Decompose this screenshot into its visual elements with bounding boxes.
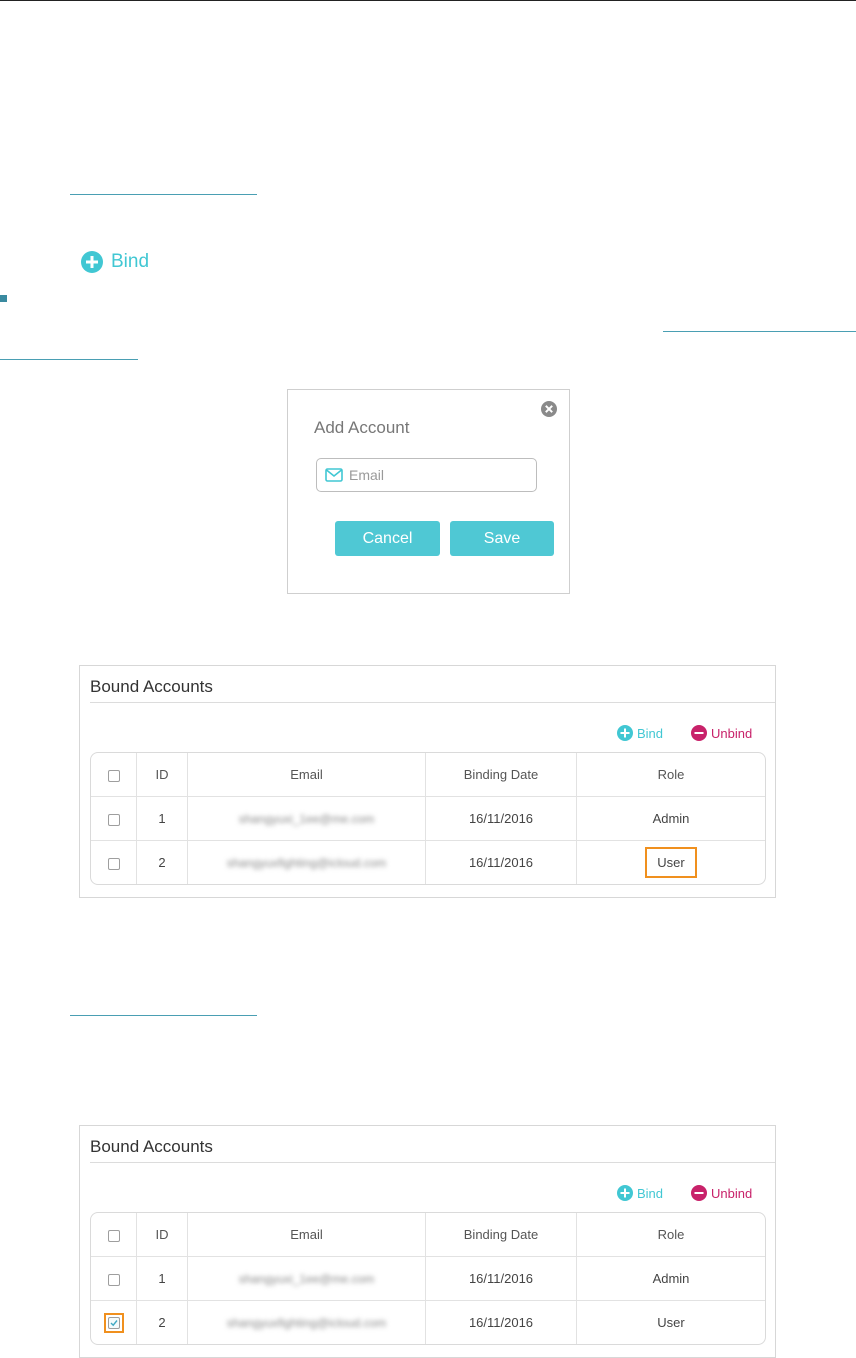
row-email: shangyuxfighting@icloud.com — [226, 856, 387, 870]
select-all-cell — [91, 753, 137, 797]
email-field[interactable] — [316, 458, 537, 492]
envelope-icon — [325, 468, 343, 482]
row-role: Admin — [577, 797, 765, 841]
row-email-cell: shangyuxi_1ee@me.com — [188, 797, 426, 841]
row-id: 1 — [137, 797, 188, 841]
table-row: 2 shangyuxfighting@icloud.com 16/11/2016… — [91, 841, 765, 884]
row-id: 2 — [137, 841, 188, 884]
row-checkbox[interactable] — [107, 1273, 120, 1286]
row-checkbox-checked[interactable] — [107, 1316, 120, 1329]
header-binding-date: Binding Date — [426, 1213, 577, 1257]
row-id: 1 — [137, 1257, 188, 1301]
minus-circle-icon — [691, 1185, 707, 1201]
header-id: ID — [137, 753, 188, 797]
cancel-button[interactable]: Cancel — [335, 521, 440, 556]
link-underline[interactable] — [70, 194, 257, 195]
table-header-row: ID Email Binding Date Role — [91, 1213, 765, 1257]
select-all-cell — [91, 1213, 137, 1257]
row-binding-date: 16/11/2016 — [426, 797, 577, 841]
bind-label: Bind — [637, 725, 664, 741]
table-row: 1 shangyuxi_1ee@me.com 16/11/2016 Admin — [91, 1257, 765, 1301]
row-select-cell — [91, 841, 137, 884]
minus-circle-icon — [691, 725, 707, 741]
close-icon[interactable] — [540, 400, 558, 418]
row-email-cell: shangyuxi_1ee@me.com — [188, 1257, 426, 1301]
row-role: User — [657, 1315, 685, 1330]
divider — [90, 702, 775, 703]
table-row: 1 shangyuxi_1ee@me.com 16/11/2016 Admin — [91, 797, 765, 841]
header-email: Email — [188, 1213, 426, 1257]
checkmark-icon — [110, 1319, 118, 1326]
panel-title: Bound Accounts — [90, 1137, 213, 1156]
row-select-cell — [91, 1257, 137, 1301]
header-email: Email — [188, 753, 426, 797]
dialog-title: Add Account — [314, 418, 410, 437]
bind-button[interactable]: Bind — [617, 1185, 663, 1201]
bound-accounts-panel: Bound Accounts Bind Unbind ID Email Bind… — [79, 1125, 776, 1358]
row-email-cell: shangyuxfighting@icloud.com — [188, 841, 426, 884]
accounts-table: ID Email Binding Date Role 1 shangyuxi_1… — [90, 1212, 766, 1345]
header-id: ID — [137, 1213, 188, 1257]
row-email: shangyuxi_1ee@me.com — [238, 812, 375, 826]
page-top-rule — [0, 0, 856, 1]
header-role: Role — [577, 1213, 765, 1257]
row-role: Admin — [577, 1257, 765, 1301]
bound-accounts-panel: Bound Accounts Bind Unbind ID Email Bind… — [79, 665, 776, 898]
row-binding-date: 16/11/2016 — [426, 1301, 577, 1344]
add-account-dialog: Add Account Cancel Save — [287, 389, 570, 594]
table-header-row: ID Email Binding Date Role — [91, 753, 765, 797]
bind-label: Bind — [637, 1185, 664, 1201]
row-select-cell — [91, 1301, 137, 1344]
unbind-button[interactable]: Unbind — [691, 1185, 752, 1201]
row-email: shangyuxfighting@icloud.com — [226, 1316, 387, 1330]
row-checkbox[interactable] — [107, 857, 120, 870]
link-underline[interactable] — [0, 359, 138, 360]
link-underline[interactable] — [70, 1015, 257, 1016]
row-email: shangyuxi_1ee@me.com — [238, 1272, 375, 1286]
row-binding-date: 16/11/2016 — [426, 1257, 577, 1301]
save-button[interactable]: Save — [450, 521, 554, 556]
row-select-cell — [91, 797, 137, 841]
unbind-label: Unbind — [711, 1185, 753, 1201]
row-id: 2 — [137, 1301, 188, 1344]
unbind-button[interactable]: Unbind — [691, 725, 752, 741]
email-input[interactable] — [349, 467, 529, 483]
row-role-cell: User — [577, 841, 765, 884]
panel-title: Bound Accounts — [90, 677, 213, 696]
plus-circle-icon — [81, 251, 103, 273]
bullet-marker — [0, 295, 7, 302]
table-row: 2 shangyuxfighting@icloud.com 16/11/2016… — [91, 1301, 765, 1344]
plus-circle-icon — [617, 1185, 633, 1201]
bind-button[interactable]: Bind — [617, 725, 663, 741]
highlighted-role: User — [645, 847, 697, 878]
highlighted-checkbox-box — [103, 1312, 124, 1333]
divider — [90, 1162, 775, 1163]
bind-link-label: Bind — [111, 251, 150, 272]
accounts-table: ID Email Binding Date Role 1 shangyuxi_1… — [90, 752, 766, 885]
plus-circle-icon — [617, 725, 633, 741]
row-email-cell: shangyuxfighting@icloud.com — [188, 1301, 426, 1344]
unbind-label: Unbind — [711, 725, 753, 741]
select-all-checkbox[interactable] — [107, 1229, 120, 1242]
row-checkbox[interactable] — [107, 813, 120, 826]
bind-link[interactable]: Bind — [81, 251, 149, 273]
link-underline[interactable] — [663, 331, 856, 332]
row-binding-date: 16/11/2016 — [426, 841, 577, 884]
header-binding-date: Binding Date — [426, 753, 577, 797]
header-role: Role — [577, 753, 765, 797]
select-all-checkbox[interactable] — [107, 769, 120, 782]
